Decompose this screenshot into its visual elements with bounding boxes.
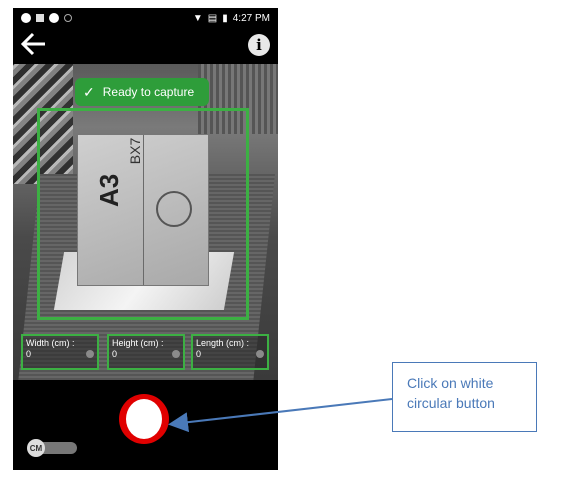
status-bar: ▼ ▤ ▮ 4:27 PM bbox=[13, 8, 278, 30]
phone-screen: ▼ ▤ ▮ 4:27 PM i A3 BX7 ✓ Ready to captur… bbox=[13, 8, 278, 470]
notification-dot-icon bbox=[49, 13, 59, 23]
battery-icon: ▮ bbox=[222, 13, 228, 24]
callout-annotation: Click on white circular button bbox=[392, 362, 537, 432]
height-label: Height (cm) : bbox=[112, 338, 164, 348]
detection-frame bbox=[37, 108, 249, 320]
width-measurement: Width (cm) : 0 bbox=[21, 334, 99, 370]
height-measurement: Height (cm) : 0 bbox=[107, 334, 185, 370]
check-icon: ✓ bbox=[83, 83, 95, 100]
back-arrow-icon[interactable] bbox=[19, 30, 49, 58]
notification-icons bbox=[21, 13, 72, 23]
height-value: 0 bbox=[112, 349, 118, 359]
image-notification-icon bbox=[36, 14, 44, 22]
info-icon[interactable]: i bbox=[248, 34, 270, 56]
width-label: Width (cm) : bbox=[26, 338, 75, 348]
width-value: 0 bbox=[26, 349, 32, 359]
signal-icon: ▤ bbox=[207, 13, 218, 24]
sync-icon bbox=[64, 14, 72, 22]
capture-controls: CM bbox=[13, 380, 278, 470]
unit-toggle[interactable]: CM bbox=[27, 439, 77, 457]
clock: 4:27 PM bbox=[232, 13, 270, 24]
notification-dot-icon bbox=[21, 13, 31, 23]
length-label: Length (cm) : bbox=[196, 338, 250, 348]
measurement-info-icon bbox=[172, 350, 180, 358]
shutter-highlight-ring bbox=[119, 394, 169, 444]
unit-toggle-knob[interactable]: CM bbox=[27, 439, 45, 457]
system-icons: ▼ ▤ ▮ 4:27 PM bbox=[193, 13, 270, 24]
length-value: 0 bbox=[196, 349, 202, 359]
wifi-icon: ▼ bbox=[192, 13, 203, 24]
measurement-info-icon bbox=[86, 350, 94, 358]
callout-text: Click on white circular button bbox=[407, 375, 495, 411]
length-measurement: Length (cm) : 0 bbox=[191, 334, 269, 370]
ready-status-badge: ✓ Ready to capture bbox=[75, 78, 209, 106]
measurement-info-icon bbox=[256, 350, 264, 358]
ready-label: Ready to capture bbox=[102, 85, 195, 99]
camera-viewfinder: A3 BX7 ✓ Ready to capture Width (cm) : 0… bbox=[13, 64, 278, 380]
capture-button[interactable] bbox=[126, 399, 162, 439]
